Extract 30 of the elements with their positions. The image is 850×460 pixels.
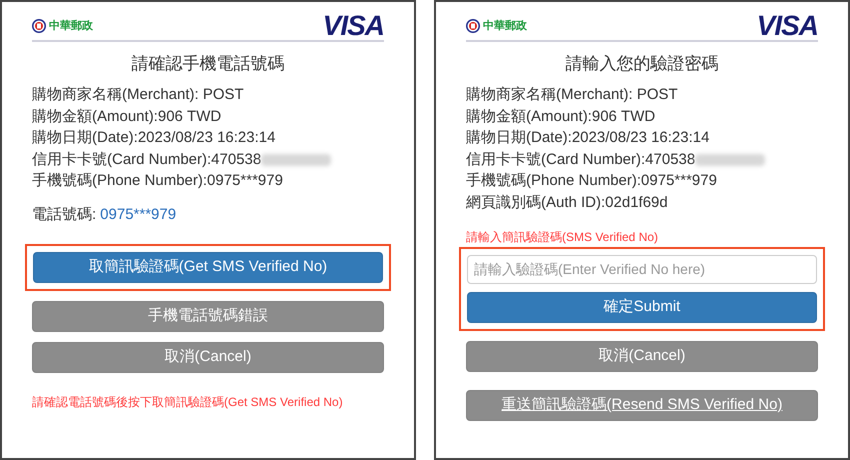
info-line: 購物日期(Date):2023/08/23 16:23:14 [466,128,710,148]
emblem-icon [466,19,480,33]
phone-number: 0975***979 [100,205,176,225]
button[interactable]: 取消(Cancel) [466,340,818,372]
phone-label: 電話號碼: [32,205,96,225]
info-line: 購物金額(Amount):906 TWD [466,106,656,126]
info-line: 購物金額(Amount):906 TWD [32,106,222,126]
info-line: 網頁識別碼(Auth ID):02d1f69d [466,192,668,212]
button[interactable]: 取簡訊驗證碼(Get SMS Verified No) [33,252,383,282]
info-line: 信用卡卡號(Card Number):470538 [32,150,262,170]
input-field[interactable]: 請輸入驗證碼(Enter Verified No here) [467,254,817,284]
emblem-icon [32,19,46,33]
info-line: 購物日期(Date):2023/08/23 16:23:14 [32,128,276,148]
hint-text: 請輸入簡訊驗證碼(SMS Verified No) [466,228,660,246]
logo-text: 中華郵政 [483,18,527,34]
info-line: 購物商家名稱(Merchant): POST [466,85,678,105]
page-title: 請確認手機電話號碼 [130,53,286,75]
hint-text: 請確認電話號碼後按下取簡訊驗證碼(Get SMS Verified No) [32,394,344,410]
card-brand-logo: VISA [322,12,384,40]
info-line: 手機號碼(Phone Number):0975***979 [32,171,283,191]
button[interactable]: 確定Submit [467,292,817,322]
button[interactable]: 手機電話號碼錯誤 [32,300,384,332]
info-line: 手機號碼(Phone Number):0975***979 [466,171,717,191]
info-line: 購物商家名稱(Merchant): POST [32,85,244,105]
info-line: 信用卡卡號(Card Number):470538 [466,150,696,170]
button[interactable]: 取消(Cancel) [32,342,384,372]
logo-text: 中華郵政 [49,18,93,34]
page-title: 請輸入您的驗證密碼 [564,53,720,75]
card-brand-logo: VISA [756,12,818,40]
button[interactable]: 重送簡訊驗證碼(Resend SMS Verified No) [466,390,818,420]
